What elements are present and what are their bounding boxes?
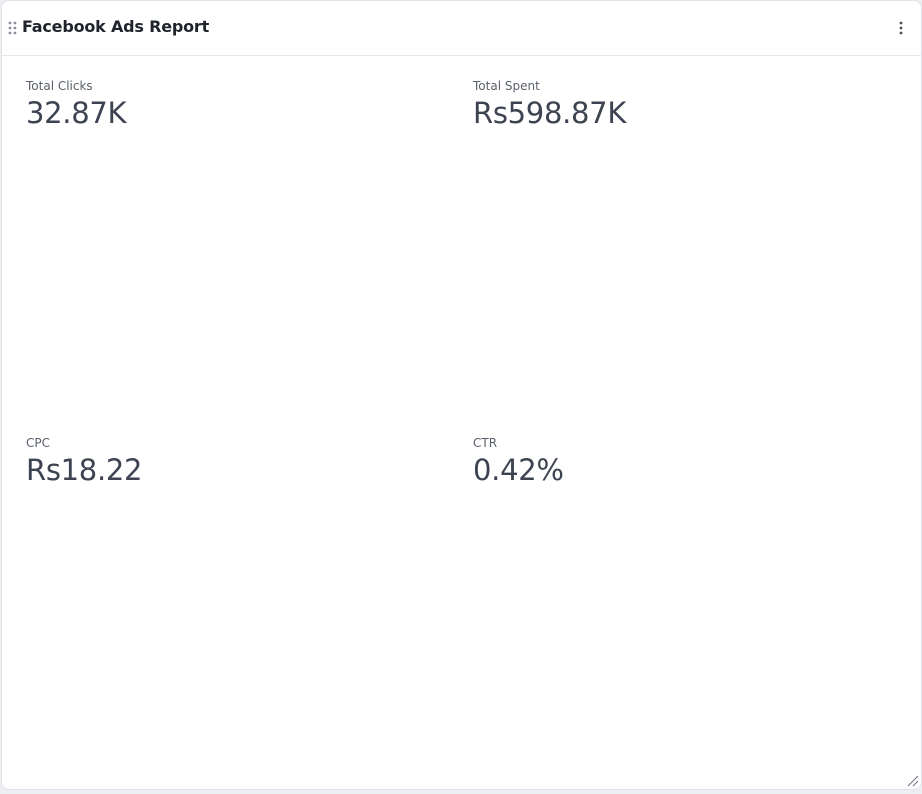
drag-handle-icon[interactable] (8, 21, 18, 35)
metric-ctr: CTR 0.42% (473, 435, 564, 488)
metric-label: Total Clicks (26, 79, 93, 93)
widget-header: Facebook Ads Report (2, 1, 921, 56)
widget-title: Facebook Ads Report (22, 17, 210, 36)
metric-label: CPC (26, 436, 50, 450)
more-vertical-icon[interactable] (893, 18, 909, 38)
metric-value: Rs598.87K (473, 96, 627, 130)
facebook-ads-report-widget: Facebook Ads Report Total Clicks 32.87K … (1, 0, 922, 790)
metric-value: 32.87K (26, 96, 127, 130)
resize-corner-icon[interactable] (905, 773, 919, 787)
metric-cpc: CPC Rs18.22 (26, 435, 142, 488)
metric-label: CTR (473, 436, 498, 450)
metric-value: 0.42% (473, 453, 564, 487)
metric-total-spent: Total Spent Rs598.87K (473, 78, 626, 131)
metric-total-clicks: Total Clicks 32.87K (26, 78, 127, 131)
metric-value: Rs18.22 (26, 453, 143, 487)
metric-label: Total Spent (473, 79, 540, 93)
